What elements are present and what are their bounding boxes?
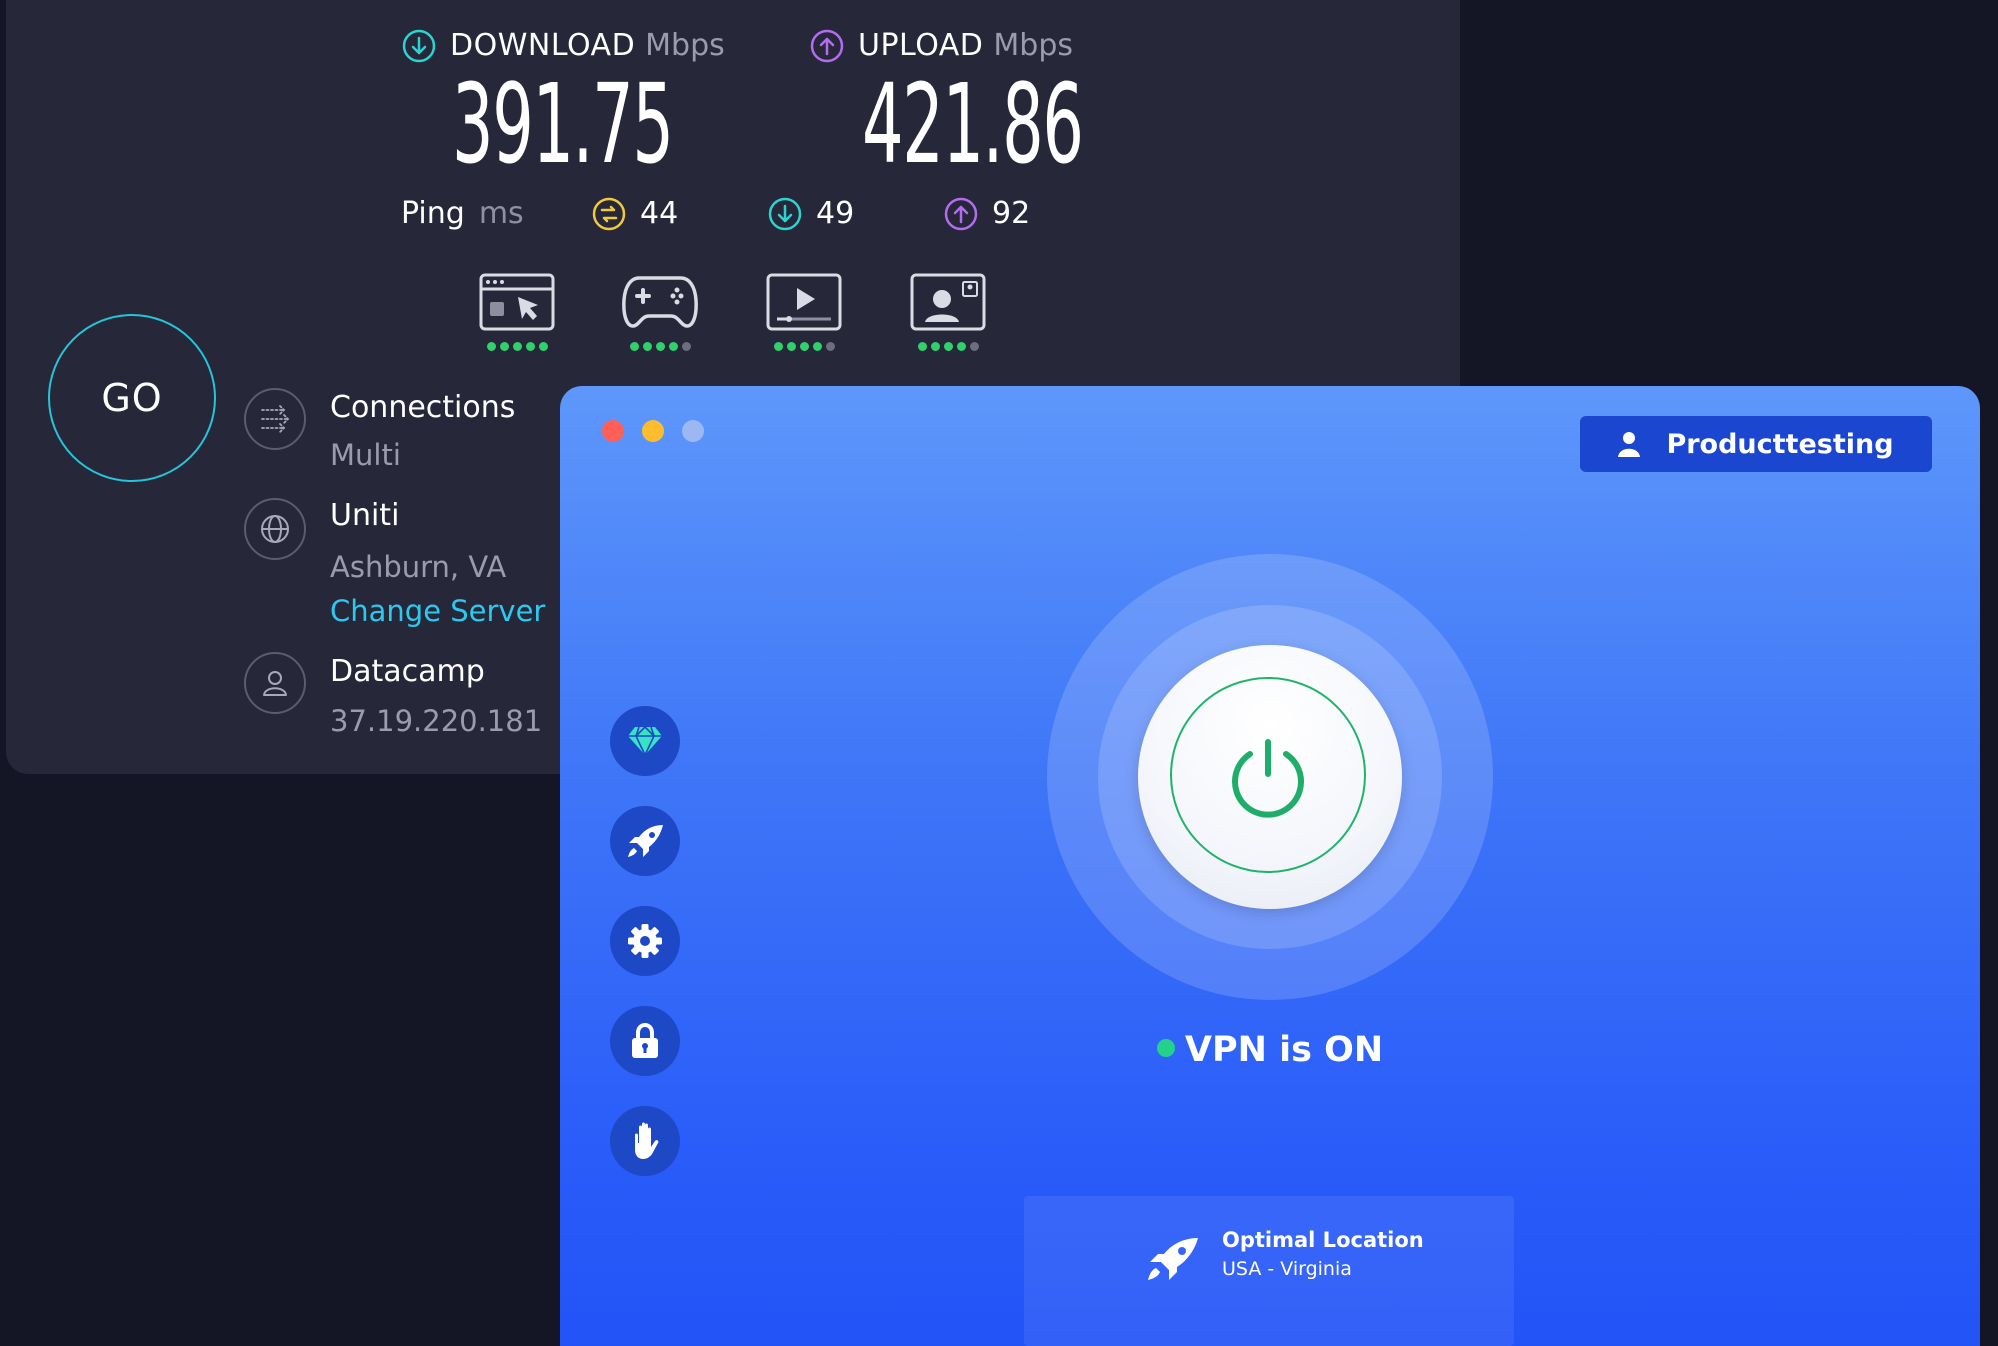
location-selector[interactable]: Optimal Location USA - Virginia	[1024, 1196, 1514, 1346]
globe-icon	[244, 498, 306, 560]
rating-dot-filled	[668, 342, 678, 351]
gaming-controller-icon	[622, 276, 698, 328]
vpn-status: VPN is ON	[560, 1030, 1980, 1070]
ping-upload-value: 92	[992, 196, 1031, 231]
ping-idle-icon	[592, 197, 626, 231]
rocket-icon	[1148, 1238, 1198, 1280]
account-username: Producttesting	[1666, 428, 1894, 460]
ping-label: Ping	[401, 196, 465, 231]
web-browsing-icon	[479, 273, 555, 331]
rating-dots	[909, 342, 987, 351]
upload-value: 421.86	[862, 60, 1084, 188]
vpn-window: Producttesting VPN is ON Optimal Locatio…	[560, 386, 1980, 1346]
rating-dot-filled	[538, 342, 548, 351]
video-streaming-icon	[766, 273, 842, 331]
rating-dot-filled	[655, 342, 665, 351]
ping-unit: ms	[478, 196, 524, 231]
vpn-power-button[interactable]	[1138, 645, 1402, 909]
power-icon	[1232, 739, 1304, 818]
download-unit: Mbps	[645, 28, 725, 63]
download-value: 391.75	[452, 60, 674, 188]
rating-dot-filled	[512, 342, 522, 351]
server-title: Uniti	[330, 498, 400, 533]
vpn-status-text: VPN is ON	[1184, 1030, 1384, 1070]
change-server-link[interactable]: Change Server	[330, 594, 545, 628]
upload-metric: UPLOAD Mbps 421.86	[810, 28, 1196, 179]
ping-download-value: 49	[816, 196, 855, 231]
ping-idle-value: 44	[640, 196, 679, 231]
rating-dot-filled	[943, 342, 953, 351]
upload-unit: Mbps	[993, 28, 1074, 63]
ping-idle: 44	[592, 196, 678, 231]
rating-dot-filled	[486, 342, 496, 351]
diamond-icon	[628, 725, 662, 757]
connections-title: Connections	[330, 390, 516, 425]
sidebar-settings-button[interactable]	[610, 906, 680, 976]
rating-dot-filled	[525, 342, 535, 351]
server-location: Ashburn, VA	[330, 550, 507, 584]
rating-dot-filled	[499, 342, 509, 351]
rating-dots	[765, 342, 843, 351]
provider-title: Datacamp	[330, 654, 485, 689]
rating-dot-filled	[629, 342, 639, 351]
gear-icon	[628, 924, 662, 958]
rating-dot-filled	[812, 342, 822, 351]
status-dot	[1156, 1039, 1175, 1057]
rating-dot-filled	[799, 342, 809, 351]
arrow-down-circle-icon	[768, 197, 802, 231]
power-button-ring	[1170, 677, 1366, 873]
download-metric: DOWNLOAD Mbps 391.75	[402, 28, 786, 179]
sidebar-speed-button[interactable]	[610, 806, 680, 876]
ping-download: 49	[768, 196, 854, 231]
rating-dot-filled	[786, 342, 796, 351]
window-minimize-button[interactable]	[642, 420, 664, 442]
provider-ip: 37.19.220.181	[330, 704, 543, 738]
rating-dot-filled	[773, 342, 783, 351]
location-title: Optimal Location	[1222, 1228, 1424, 1252]
connections-icon[interactable]	[244, 388, 306, 450]
window-zoom-button[interactable]	[682, 420, 704, 442]
download-label: DOWNLOAD	[450, 28, 636, 63]
sidebar-premium-button[interactable]	[610, 706, 680, 776]
account-button[interactable]: Producttesting	[1580, 416, 1932, 472]
activity-video-streaming	[765, 272, 843, 351]
rating-dot-empty	[825, 342, 835, 351]
upload-label: UPLOAD	[858, 28, 984, 63]
rating-dot-empty	[969, 342, 979, 351]
go-button[interactable]: GO	[48, 314, 216, 482]
user-icon	[244, 652, 306, 714]
arrow-up-circle-icon	[944, 197, 978, 231]
arrow-down-circle-icon	[402, 29, 436, 63]
sidebar-block-button[interactable]	[610, 1106, 680, 1176]
window-close-button[interactable]	[602, 420, 624, 442]
rating-dot-filled	[956, 342, 966, 351]
arrow-up-circle-icon	[810, 29, 844, 63]
activity-gaming	[621, 272, 699, 351]
ping-upload: 92	[944, 196, 1030, 231]
activity-web-browsing	[478, 272, 556, 351]
rating-dots	[621, 342, 699, 351]
connections-value[interactable]: Multi	[330, 438, 401, 472]
rating-dot-filled	[930, 342, 940, 351]
rating-dots	[478, 342, 556, 351]
rocket-icon	[628, 825, 663, 857]
location-subtitle: USA - Virginia	[1222, 1258, 1352, 1280]
rating-dot-filled	[917, 342, 927, 351]
rating-dot-empty	[681, 342, 691, 351]
hand-icon	[635, 1122, 659, 1159]
ping-row: Ping ms	[401, 196, 524, 231]
activity-video-call	[909, 272, 987, 351]
rating-dot-filled	[642, 342, 652, 351]
user-icon	[1618, 432, 1641, 457]
video-call-icon	[910, 273, 986, 331]
